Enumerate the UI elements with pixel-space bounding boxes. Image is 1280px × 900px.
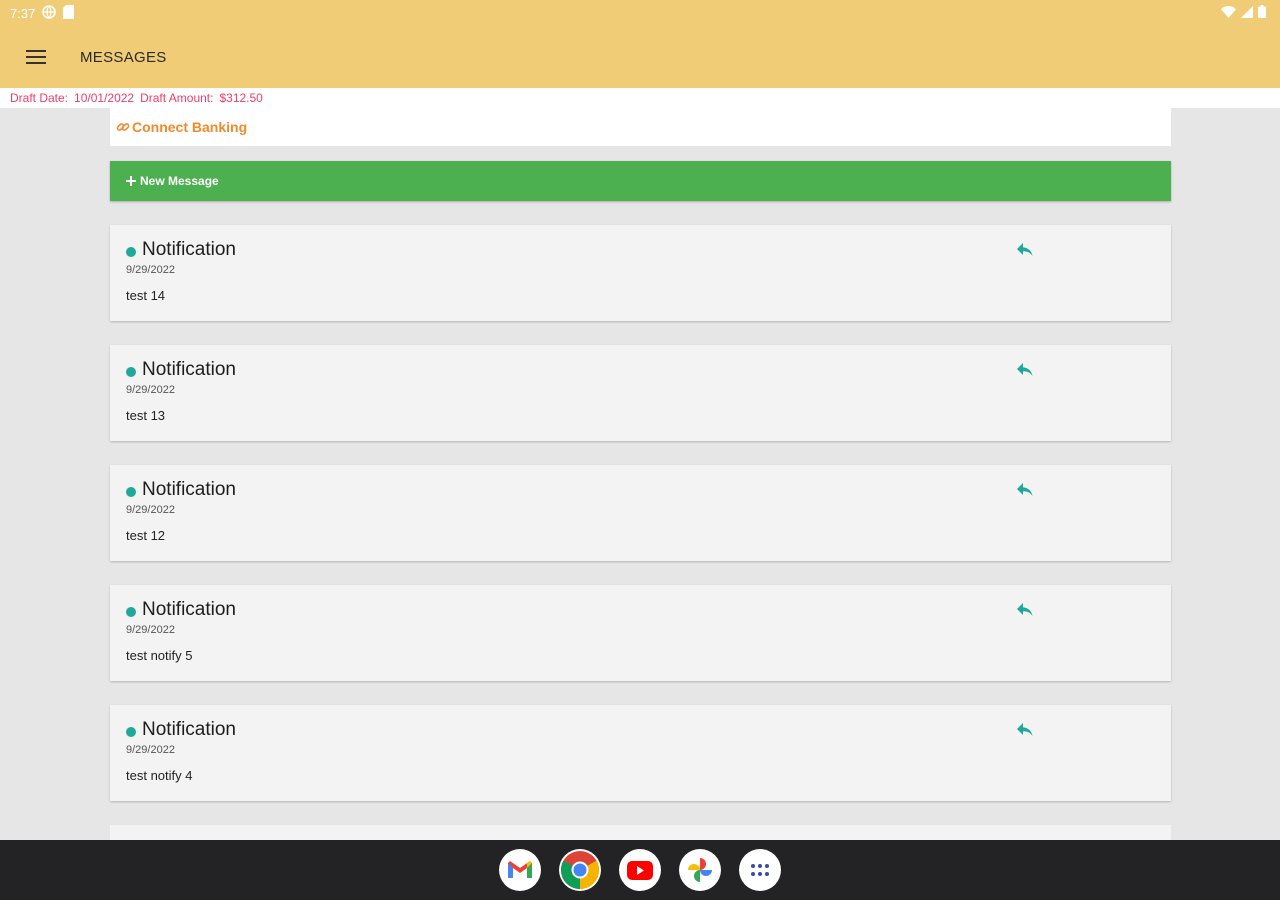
reply-icon[interactable] <box>1016 602 1034 618</box>
message-body: test 13 <box>126 408 166 423</box>
battery-icon <box>1258 5 1266 21</box>
connect-banking-link[interactable]: Connect Banking <box>110 108 1171 146</box>
message-date: 9/29/2022 <box>126 504 175 516</box>
message-title: Notification <box>142 479 236 500</box>
draft-amount-value: $312.50 <box>219 91 263 105</box>
message-card[interactable]: Notification 9/29/2022 test 12 <box>110 465 1171 561</box>
message-date: 9/29/2022 <box>126 624 175 636</box>
draft-date-value: 10/01/2022 <box>74 91 135 105</box>
sd-card-icon <box>63 4 75 22</box>
youtube-icon[interactable] <box>619 849 661 891</box>
unread-dot <box>126 487 136 497</box>
status-time: 7:37 <box>10 5 36 21</box>
message-title: Notification <box>142 599 236 620</box>
draft-info-bar: Draft Date: 10/01/2022 Draft Amount: $312.5… <box>0 88 1280 108</box>
message-body: test 12 <box>126 528 166 543</box>
unread-dot <box>126 607 136 617</box>
message-body: test notify 5 <box>126 648 193 663</box>
unread-dot <box>126 247 136 257</box>
wifi-icon <box>1221 5 1236 21</box>
message-card[interactable]: Notification 9/29/2022 test 14 <box>110 225 1171 321</box>
link-icon <box>116 123 130 131</box>
unread-dot <box>126 367 136 377</box>
unread-dot <box>126 727 136 737</box>
reply-icon[interactable] <box>1016 242 1034 258</box>
new-message-label: New Message <box>140 174 219 188</box>
message-date: 9/29/2022 <box>126 264 175 276</box>
photos-icon[interactable] <box>679 849 721 891</box>
connect-banking-label: Connect Banking <box>132 119 248 135</box>
message-card[interactable]: Notification 9/29/2022 test notify 5 <box>110 585 1171 681</box>
message-body: test notify 4 <box>126 768 193 783</box>
draft-date-label: Draft Date: <box>10 91 69 105</box>
hamburger-icon <box>26 50 46 64</box>
apps-icon[interactable] <box>739 849 781 891</box>
hamburger-menu-button[interactable] <box>0 26 72 88</box>
message-body: test 14 <box>126 288 166 303</box>
page-title: MESSAGES <box>80 48 167 66</box>
message-card[interactable]: Notification 9/29/2022 test notify 4 <box>110 705 1171 801</box>
draft-amount-label: Draft Amount: <box>140 91 214 105</box>
signal-icon <box>1241 5 1253 21</box>
message-date: 9/29/2022 <box>126 744 175 756</box>
globe-icon <box>42 4 57 22</box>
reply-icon[interactable] <box>1016 482 1034 498</box>
new-message-button[interactable]: New Message <box>110 161 1171 201</box>
message-title: Notification <box>142 719 236 740</box>
message-card[interactable]: Notification 9/29/2022 test 13 <box>110 345 1171 441</box>
taskbar-dock <box>0 840 1280 900</box>
chrome-icon[interactable] <box>559 849 601 891</box>
message-title: Notification <box>142 359 236 380</box>
reply-icon[interactable] <box>1016 722 1034 738</box>
reply-icon[interactable] <box>1016 362 1034 378</box>
status-bar: 7:37 <box>0 0 1280 26</box>
gmail-icon[interactable] <box>499 849 541 891</box>
app-bar: MESSAGES <box>0 26 1280 88</box>
message-date: 9/29/2022 <box>126 384 175 396</box>
message-title: Notification <box>142 239 236 260</box>
plus-icon <box>126 176 136 186</box>
message-list: Notification 9/29/2022 test 14 Notificat… <box>110 225 1171 825</box>
